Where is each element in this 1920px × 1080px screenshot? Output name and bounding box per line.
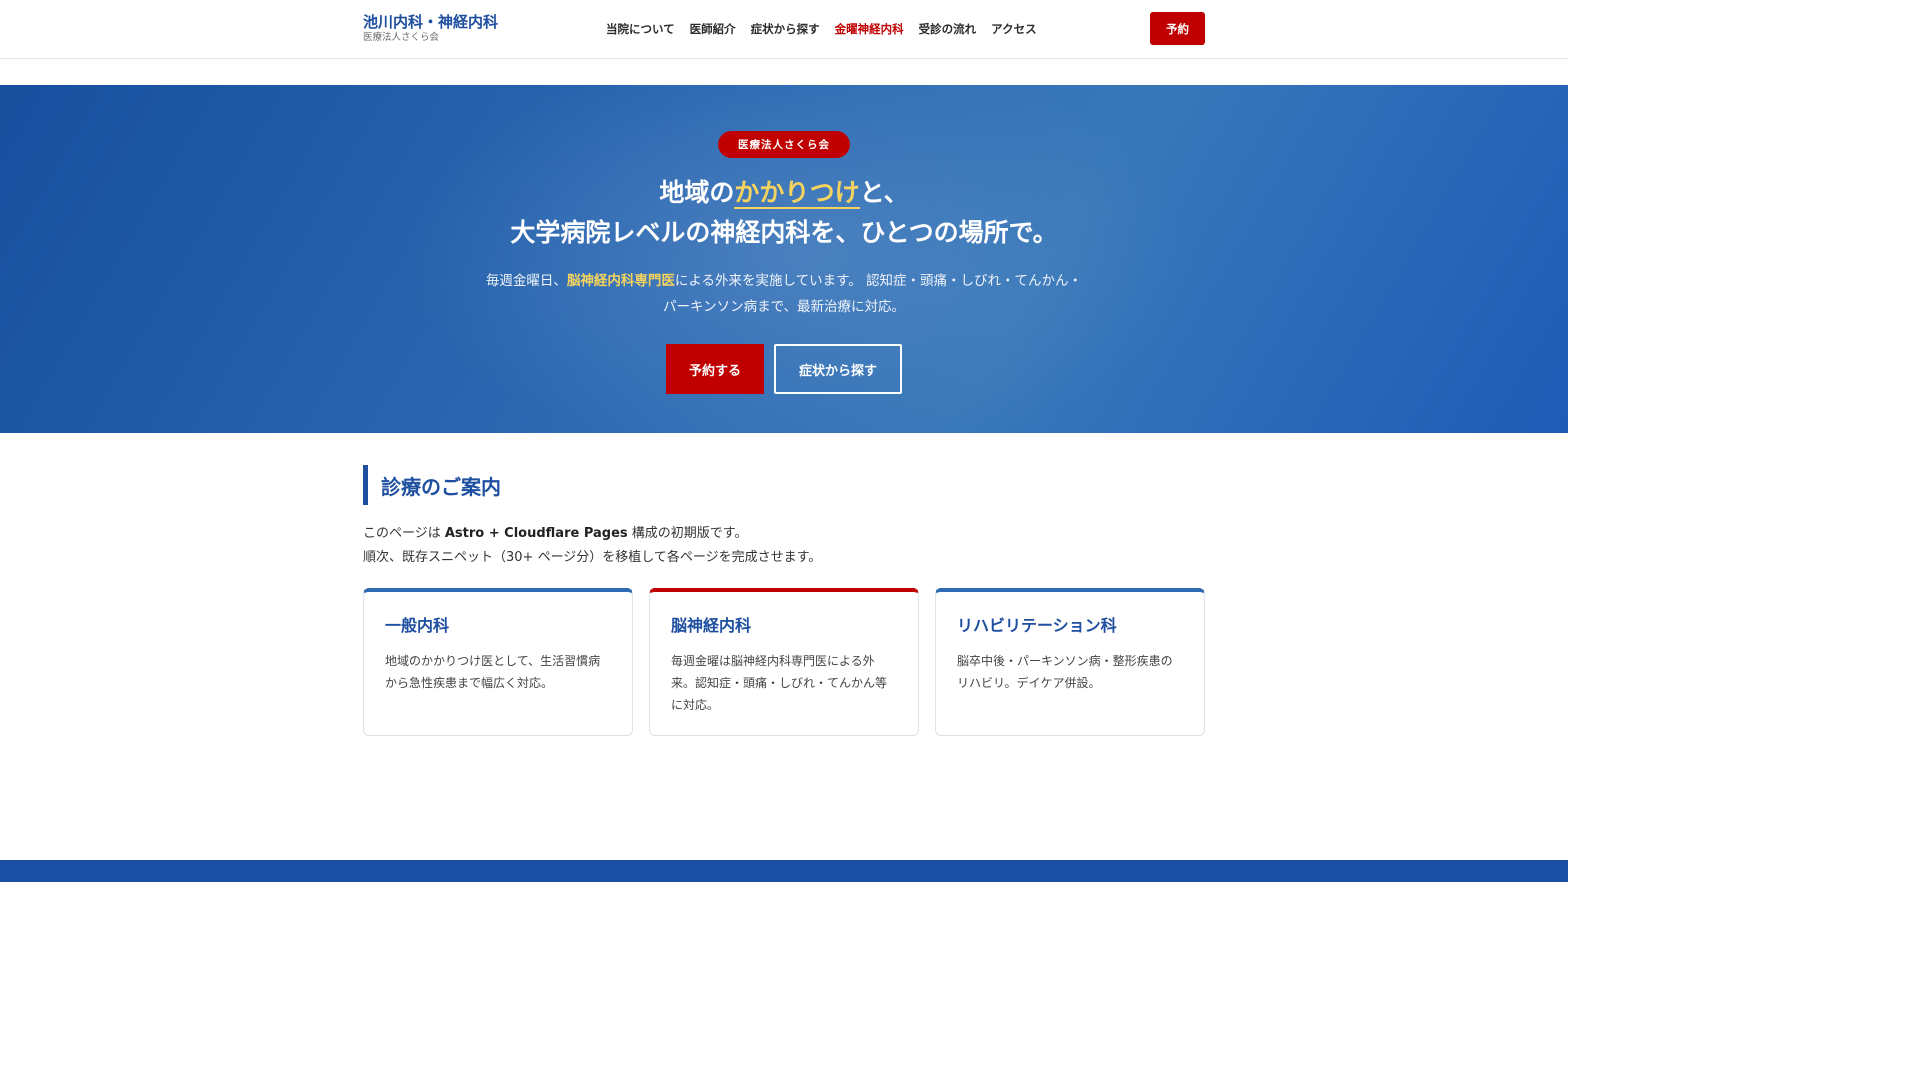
footer-bar [0,860,1568,882]
card-title: リハビリテーション科 [957,616,1117,635]
section-intro-post: 構成の初期版です。 [627,526,748,541]
hero-desc-highlight: 脳神経内科専門医 [566,273,675,289]
hero-title: 地域のかかりつけと、 大学病院レベルの神経内科を、ひとつの場所で。 [384,173,1184,253]
hero-title-highlight: かかりつけ [734,178,860,209]
hero-symptom-search-button[interactable]: 症状から探す [774,344,902,394]
nav-item-friday-neurology[interactable]: 金曜神経内科 [835,21,904,37]
hero-desc-post: による外来を実施しています。 認知症・頭痛・しびれ・てんかん・ [674,273,1083,289]
card-body: 毎週金曜は脳神経内科専門医による外来。認知症・頭痛・しびれ・てんかん等に対応。 [671,654,888,712]
main-nav: 当院について 医師紹介 症状から探す 金曜神経内科 受診の流れ アクセス [606,21,1052,37]
card-body: 脳卒中後・パーキンソン病・整形疾患のリハビリ。デイケア併設。 [957,654,1173,690]
card-body: 地域のかかりつけ医として、生活習慣病から急性疾患まで幅広く対応。 [385,654,601,690]
header-reserve-button[interactable]: 予約 [1150,12,1205,45]
card-title: 脳神経内科 [671,616,752,635]
card-general-internal-medicine[interactable]: 一般内科 地域のかかりつけ医として、生活習慣病から急性疾患まで幅広く対応。 [363,588,633,736]
section-intro-bold: Astro + Cloudflare Pages [444,526,628,541]
hero-title-pre: 地域の [659,178,735,207]
hero-title-line2: 大学病院レベルの神経内科を、ひとつの場所で。 [510,218,1058,247]
card-rehabilitation[interactable]: リハビリテーション科 脳卒中後・パーキンソン病・整形疾患のリハビリ。デイケア併設… [935,588,1205,736]
hero-section: 医療法人さくら会 地域のかかりつけと、 大学病院レベルの神経内科を、ひとつの場所… [0,85,1568,433]
card-neurology[interactable]: 脳神経内科 毎週金曜は脳神経内科専門医による外来。認知症・頭痛・しびれ・てんかん… [649,588,919,736]
nav-item-visit-flow[interactable]: 受診の流れ [919,21,977,37]
hero-desc-line2: パーキンソン病まで、最新治療に対応。 [662,299,906,315]
hero-description: 毎週金曜日、脳神経内科専門医による外来を実施しています。 認知症・頭痛・しびれ・… [384,268,1184,320]
section-intro: このページは Astro + Cloudflare Pages 構成の初期版です… [363,522,821,570]
hero-title-post: と、 [859,178,909,207]
section-heading: 診療のご案内 [363,465,501,505]
hero-desc-pre: 毎週金曜日、 [485,273,567,289]
section-intro-pre: このページは [363,526,445,541]
nav-item-symptoms[interactable]: 症状から探す [751,21,820,37]
hero-badge: 医療法人さくら会 [718,131,850,158]
hero-reserve-button[interactable]: 予約する [666,344,764,394]
site-header: 池川内科・神経内科 医療法人さくら会 当院について 医師紹介 症状から探す 金曜… [0,0,1568,59]
nav-item-doctors[interactable]: 医師紹介 [690,21,736,37]
clinic-name: 池川内科・神経内科 [363,13,499,31]
card-title: 一般内科 [385,616,450,635]
clinic-corporation: 医療法人さくら会 [363,32,440,43]
nav-item-access[interactable]: アクセス [991,21,1036,37]
brand-logo[interactable]: 池川内科・神経内科 医療法人さくら会 [363,12,498,44]
section-intro-line2: 順次、既存スニペット（30+ ページ分）を移植して各ページを完成させます。 [363,550,822,565]
nav-item-about[interactable]: 当院について [606,21,675,37]
